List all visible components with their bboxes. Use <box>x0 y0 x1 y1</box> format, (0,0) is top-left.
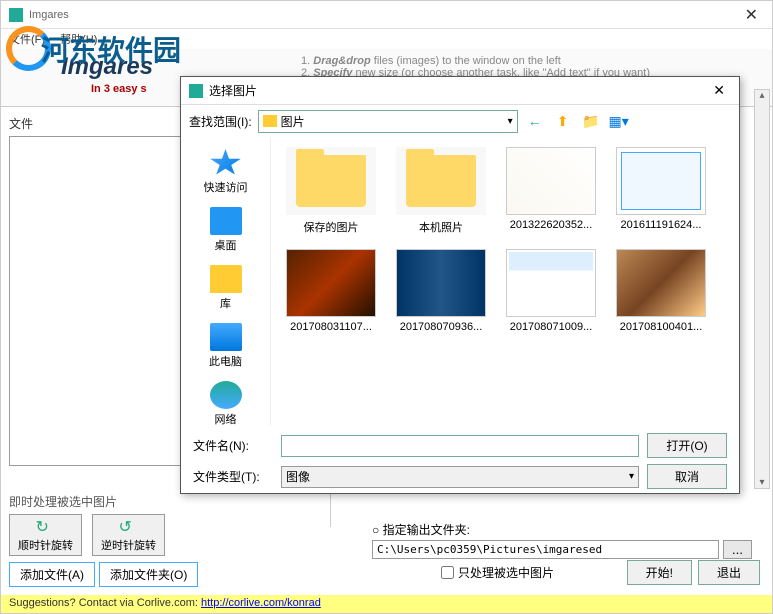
menubar: 文件(F) 帮助(H) <box>1 29 772 49</box>
file-label: 201708031107... <box>290 321 372 333</box>
view-menu-button[interactable]: ▦▾ <box>608 110 630 132</box>
thumbnail <box>616 147 706 215</box>
file-item[interactable]: 保存的图片 <box>281 147 381 235</box>
folder-icon <box>396 147 486 215</box>
logo: Imgares <box>61 53 153 80</box>
process-selected-check[interactable]: 只处理被选中图片 <box>441 564 554 581</box>
thumbnail <box>616 249 706 317</box>
file-label: 201708071009... <box>510 321 593 333</box>
chevron-down-icon: ▾ <box>508 116 513 127</box>
dialog-bottom: 文件名(N): 打开(O) 文件类型(T): 图像 ▾ 取消 <box>181 425 739 503</box>
sidebar-desktop[interactable]: 桌面 <box>181 201 270 259</box>
filename-label: 文件名(N): <box>193 437 273 454</box>
action-buttons: 开始! 退出 <box>627 560 760 585</box>
logo-subtitle: In 3 easy s <box>91 83 147 95</box>
add-folder-button[interactable]: 添加文件夹(O) <box>99 562 198 587</box>
folder-icon <box>286 147 376 215</box>
lookin-combo[interactable]: 图片 ▾ <box>258 110 518 133</box>
dest-browse-button[interactable]: ... <box>723 540 752 559</box>
file-item[interactable]: 201708070936... <box>391 249 491 333</box>
rotate-cw-button[interactable]: ↻ 顺时针旋转 <box>9 514 82 556</box>
sidebar-libraries[interactable]: 库 <box>181 259 270 317</box>
file-item[interactable]: 201611191624... <box>611 147 711 235</box>
sidebar-network[interactable]: 网络 <box>181 375 270 433</box>
thumbnail <box>396 249 486 317</box>
desktop-icon <box>210 207 242 235</box>
open-button[interactable]: 打开(O) <box>647 433 727 458</box>
file-item[interactable]: 201708031107... <box>281 249 381 333</box>
star-icon <box>210 149 242 177</box>
thumbnail <box>286 249 376 317</box>
library-icon <box>210 265 242 293</box>
sidebar-this-pc[interactable]: 此电脑 <box>181 317 270 375</box>
rotate-ccw-button[interactable]: ↺ 逆时针旋转 <box>92 514 165 556</box>
dest-path-input[interactable] <box>372 540 719 559</box>
file-item[interactable]: 201322620352... <box>501 147 601 235</box>
dialog-body: 快速访问 桌面 库 此电脑 网络 保存的图片 本机照片 201322620352..… <box>181 137 739 425</box>
rotate-cw-icon: ↻ <box>36 517 56 537</box>
exit-button[interactable]: 退出 <box>698 560 760 585</box>
places-sidebar: 快速访问 桌面 库 此电脑 网络 <box>181 137 271 425</box>
file-label: 201708100401... <box>620 321 703 333</box>
filename-input[interactable] <box>281 435 639 457</box>
up-button[interactable]: ⬆ <box>552 110 574 132</box>
file-label: 201611191624... <box>621 219 702 231</box>
status-link[interactable]: http://corlive.com/konrad <box>201 597 321 609</box>
file-item[interactable]: 201708100401... <box>611 249 711 333</box>
rotate-ccw-icon: ↺ <box>119 517 139 537</box>
cancel-button[interactable]: 取消 <box>647 464 727 489</box>
network-icon <box>210 381 242 409</box>
filetype-combo[interactable]: 图像 ▾ <box>281 466 639 488</box>
file-item[interactable]: 本机照片 <box>391 147 491 235</box>
file-view[interactable]: 保存的图片 本机照片 201322620352... 201611191624... 2… <box>271 137 739 425</box>
file-label: 本机照片 <box>419 219 463 235</box>
dialog-toolbar: 查找范围(I): 图片 ▾ ← ⬆ 📁 ▦▾ <box>181 105 739 137</box>
menu-help[interactable]: 帮助(H) <box>60 34 97 46</box>
folder-icon <box>263 115 277 127</box>
dialog-titlebar: 选择图片 ✕ <box>181 77 739 105</box>
pc-icon <box>210 323 242 351</box>
sidebar-quick-access[interactable]: 快速访问 <box>181 143 270 201</box>
file-open-dialog: 选择图片 ✕ 查找范围(I): 图片 ▾ ← ⬆ 📁 ▦▾ 快速访问 桌面 <box>180 76 740 494</box>
dest-radio-label[interactable]: 指定输出文件夹: <box>383 523 470 537</box>
dialog-close-icon[interactable]: ✕ <box>707 82 731 99</box>
menu-file[interactable]: 文件(F) <box>9 34 45 46</box>
file-label: 201708070936... <box>400 321 483 333</box>
file-label: 201322620352... <box>510 219 593 231</box>
window-title: Imgares <box>29 9 739 21</box>
dialog-icon <box>189 84 203 98</box>
dialog-title: 选择图片 <box>209 82 707 99</box>
file-item[interactable]: 201708071009... <box>501 249 601 333</box>
back-button[interactable]: ← <box>524 110 546 132</box>
app-icon <box>9 8 23 22</box>
statusbar: Suggestions? Contact via Corlive.com: ht… <box>1 595 772 613</box>
thumbnail <box>506 147 596 215</box>
process-checkbox[interactable] <box>441 566 454 579</box>
new-folder-button[interactable]: 📁 <box>580 110 602 132</box>
thumbnail <box>506 249 596 317</box>
chevron-down-icon: ▾ <box>629 471 634 482</box>
lookin-label: 查找范围(I): <box>189 113 252 130</box>
start-button[interactable]: 开始! <box>627 560 692 585</box>
add-file-button[interactable]: 添加文件(A) <box>9 562 95 587</box>
main-titlebar: Imgares ✕ <box>1 1 772 29</box>
scrollbar[interactable] <box>754 89 770 489</box>
filetype-label: 文件类型(T): <box>193 468 273 485</box>
destination-area: ○ 指定输出文件夹: ... <box>372 521 752 559</box>
file-label: 保存的图片 <box>304 219 359 235</box>
close-icon[interactable]: ✕ <box>739 5 764 25</box>
